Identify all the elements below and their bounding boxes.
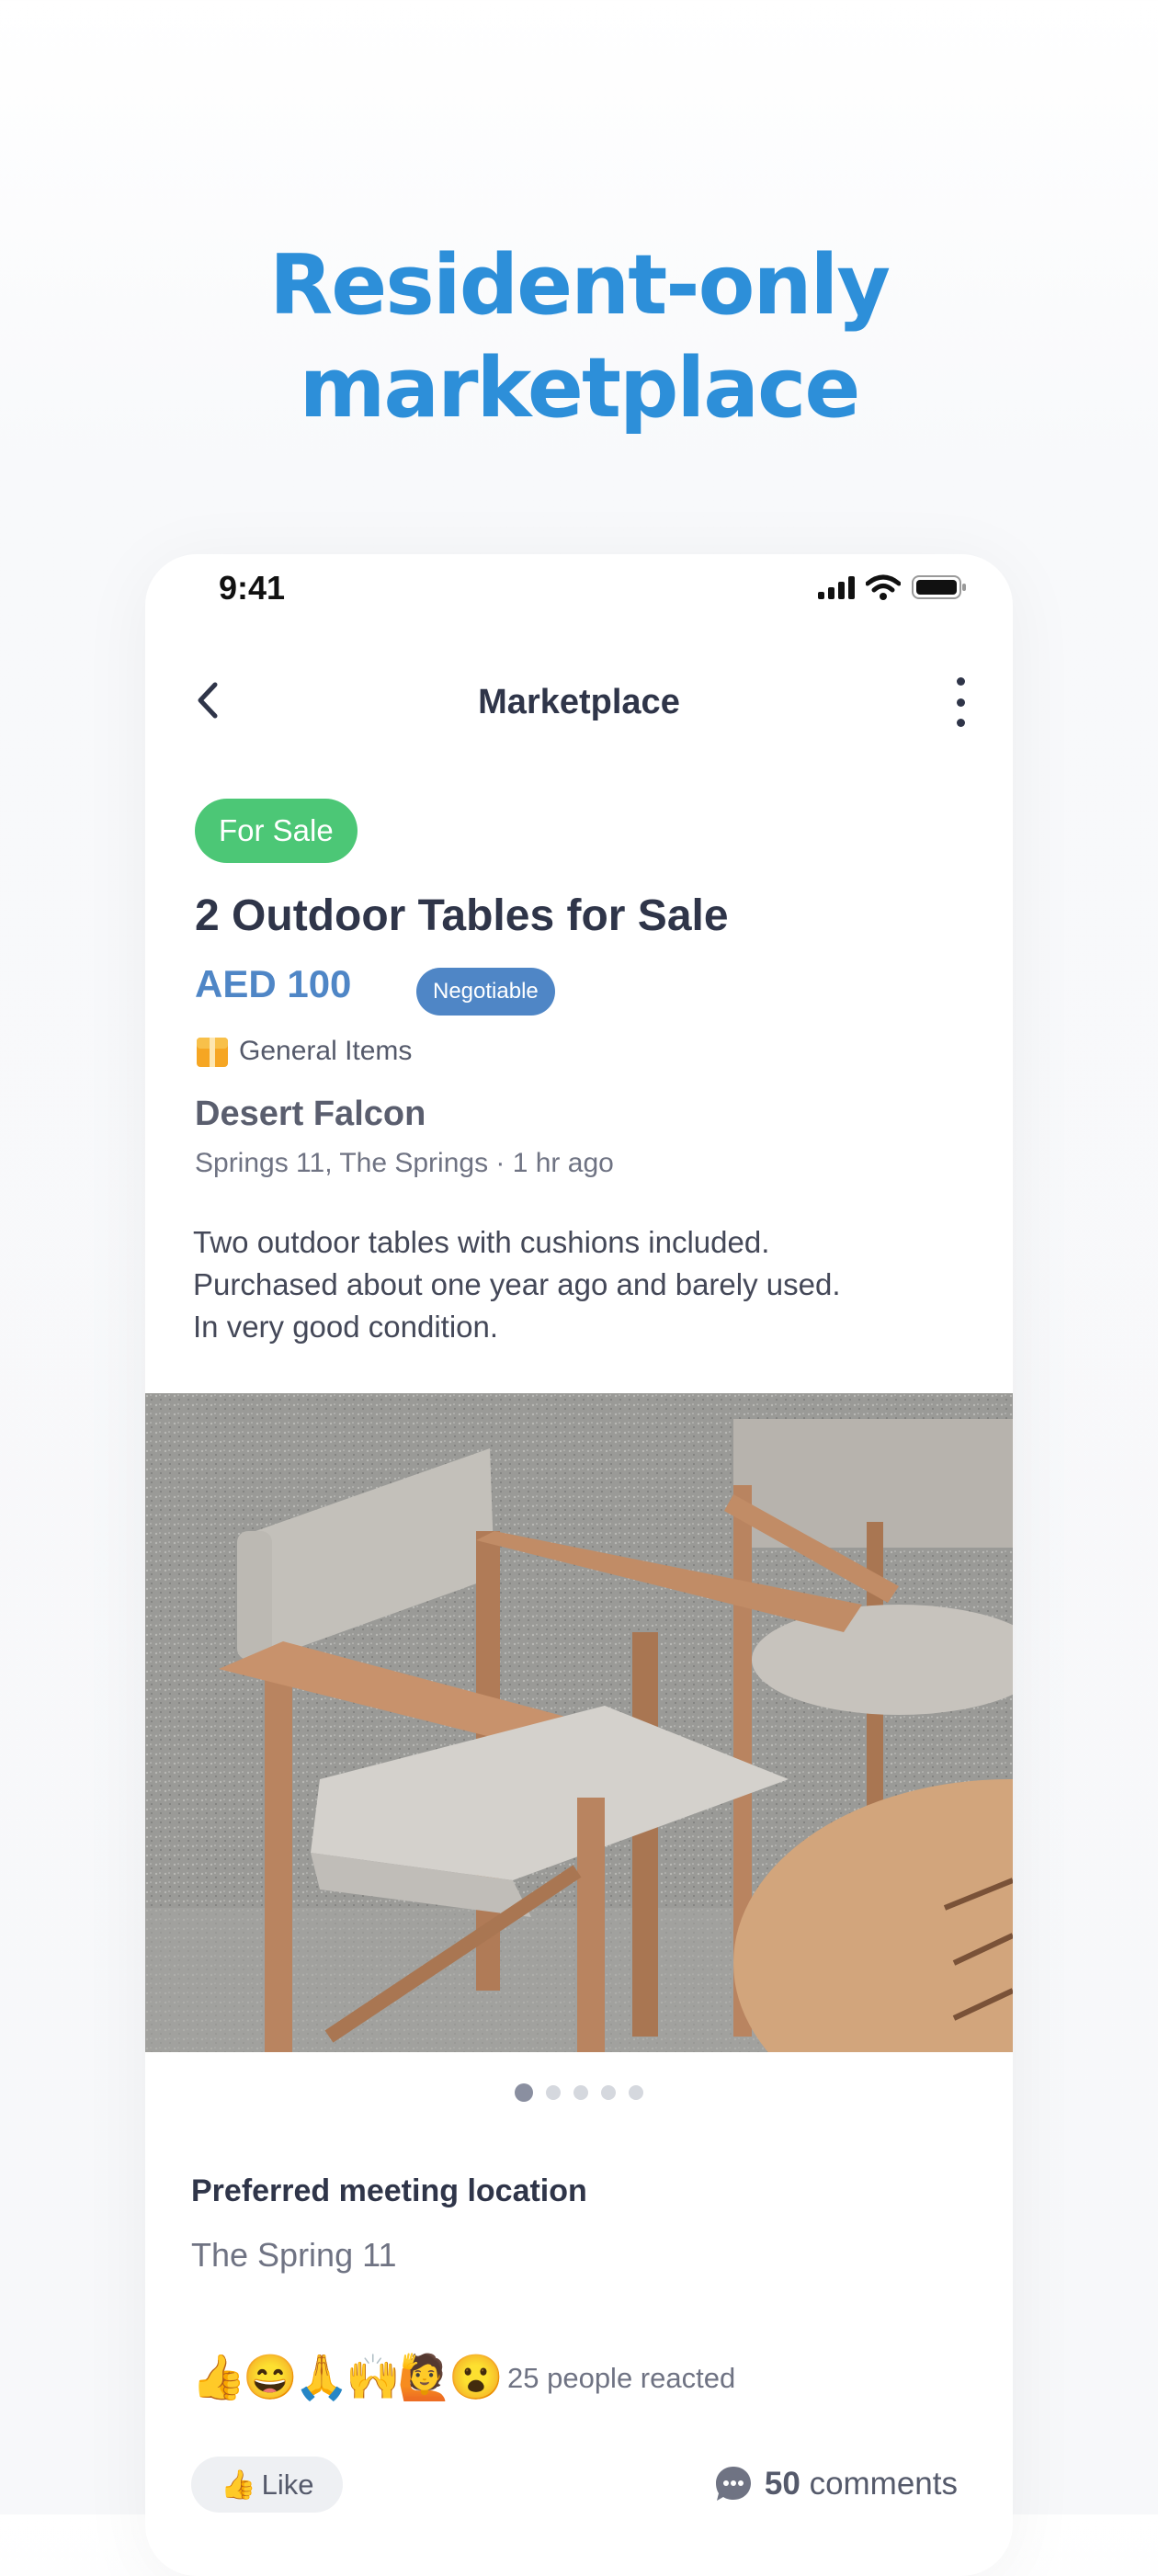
praying-hands-emoji: 🙏 xyxy=(294,2354,349,2402)
reactions-count: 25 people reacted xyxy=(507,2362,736,2394)
status-icons xyxy=(818,574,967,600)
like-button[interactable]: 👍 Like xyxy=(191,2457,344,2513)
meeting-location-value: The Spring 11 xyxy=(191,2236,397,2274)
description-line: In very good condition. xyxy=(193,1310,499,1344)
listing-category: General Items xyxy=(195,1034,412,1069)
listing-description: Two outdoor tables with cushions include… xyxy=(193,1221,841,1348)
wifi-icon xyxy=(866,574,901,600)
box-icon xyxy=(197,1038,228,1067)
description-line: Two outdoor tables with cushions include… xyxy=(193,1225,770,1259)
category-label: General Items xyxy=(239,1036,413,1066)
listing-location: Springs 11, The Springs · 1 hr ago xyxy=(195,1148,614,1178)
battery-icon xyxy=(912,575,966,599)
like-label: Like xyxy=(261,2468,314,2501)
pagination-dot[interactable] xyxy=(573,2085,588,2100)
raised-hands-emoji: 🙌 xyxy=(346,2354,401,2402)
comments-count: 50 xyxy=(764,2466,800,2502)
comment-bubble-icon xyxy=(715,2467,751,2501)
negotiable-badge: Negotiable xyxy=(416,968,555,1016)
pagination-dot[interactable] xyxy=(515,2083,533,2102)
surprised-emoji: 😮 xyxy=(448,2354,504,2402)
for-sale-badge: For Sale xyxy=(195,799,358,863)
more-options-button[interactable] xyxy=(947,677,974,727)
pagination-dot[interactable] xyxy=(629,2085,643,2100)
page-title: Marketplace xyxy=(478,683,680,721)
status-time: 9:41 xyxy=(219,569,286,607)
comments-label: comments xyxy=(809,2466,958,2502)
raising-hand-emoji: 🙋 xyxy=(397,2354,452,2402)
chairs-photo xyxy=(145,1393,1013,2147)
reactions-summary[interactable]: 👍 😄 🙏 🙌 🙋 😮 25 people reacted xyxy=(191,2352,735,2405)
headline-line-2: marketplace xyxy=(299,340,861,437)
headline: Resident-only marketplace xyxy=(0,234,1158,440)
listing-photo[interactable] xyxy=(145,1393,1013,2147)
pagination-dot[interactable] xyxy=(601,2085,616,2100)
comments-button[interactable]: 50 comments xyxy=(713,2464,958,2504)
kebab-menu-icon xyxy=(956,677,965,686)
grinning-emoji: 😄 xyxy=(243,2354,298,2402)
description-line: Purchased about one year ago and barely … xyxy=(193,1267,841,1301)
gallery-pagination xyxy=(145,2083,1013,2102)
phone-frame: 9:41 Marketplace For Sale 2 Outdoor Tabl… xyxy=(145,554,1013,2576)
thumbs-up-emoji: 👍 xyxy=(191,2354,246,2402)
listing-price: AED 100 xyxy=(195,962,352,1005)
headline-line-1: Resident-only xyxy=(268,237,891,334)
signal-icon xyxy=(818,575,855,599)
status-bar: 9:41 xyxy=(145,554,1013,628)
thumbs-up-icon: 👍 xyxy=(221,2468,256,2501)
nav-bar: Marketplace xyxy=(145,664,1013,738)
pagination-dot[interactable] xyxy=(546,2085,561,2100)
seller-name[interactable]: Desert Falcon xyxy=(195,1095,426,1134)
meeting-location-label: Preferred meeting location xyxy=(191,2173,587,2208)
listing-title: 2 Outdoor Tables for Sale xyxy=(195,891,729,940)
